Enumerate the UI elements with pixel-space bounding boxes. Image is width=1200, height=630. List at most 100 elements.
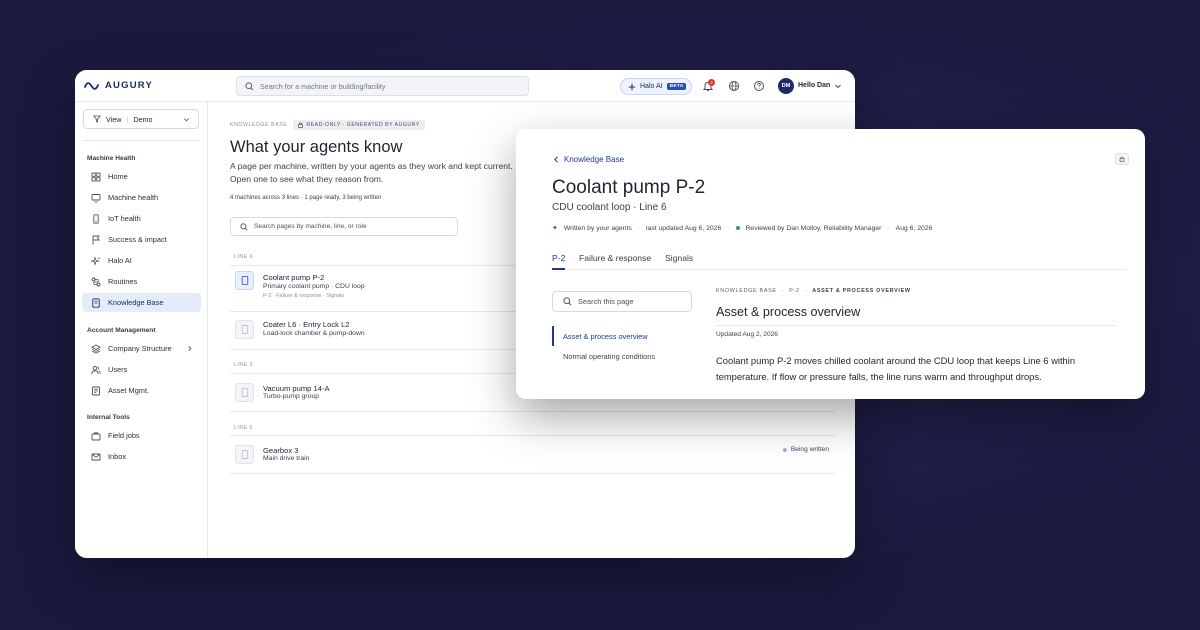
sidebar-item-label: Field jobs [108,431,140,440]
status-dot [782,447,787,452]
user-avatar[interactable]: DM [778,78,794,94]
briefcase-icon [91,431,101,440]
globe-icon[interactable] [728,80,740,92]
sidebar-item-label: Success & impact [108,235,167,244]
machine-name: Vacuum pump 14-A [263,384,330,393]
detail-subtitle: CDU coolant loop · Line 6 [552,202,667,213]
view-selector[interactable]: View | Demo [83,109,199,129]
machine-subtitle: Turbo-pump group [263,393,320,400]
section-divider [716,325,1116,326]
global-search-placeholder: Search for a machine or building/facilit… [260,81,386,91]
machine-name: Coolant pump P-2 [263,273,325,282]
sidebar-item-iot-health[interactable]: IoT health [82,209,201,228]
sidebar-item-asset-mgmt[interactable]: Asset Mgmt. [82,381,201,400]
section-breadcrumb-current: ASSET & PROCESS OVERVIEW [812,288,911,294]
list-item[interactable]: Gearbox 3 Main drive train Being written [230,436,835,476]
section-title: Asset & process overview [716,305,861,319]
beta-badge: BETA [666,83,687,90]
back-link-label: Knowledge Base [564,155,625,164]
tab-failure-response[interactable]: Failure & response [579,253,651,270]
brand-name: AUGURY [105,80,154,91]
sidebar-item-halo-ai[interactable]: Halo AI [82,251,201,270]
sidebar-item-home[interactable]: Home [82,167,201,186]
back-to-knowledge-base-link[interactable]: Knowledge Base [553,155,624,164]
mail-icon [91,453,101,460]
reviewed-date: Aug 6, 2026 [895,224,933,232]
global-search-input[interactable]: Search for a machine or building/facilit… [236,76,529,96]
sidebar-item-label: Routines [108,277,138,286]
section-breadcrumb-page[interactable]: P-2 [789,288,800,294]
breadcrumb-knowledge-base[interactable]: KNOWLEDGE BASE [230,122,287,128]
help-icon[interactable] [753,80,765,92]
sidebar-item-success-impact[interactable]: Success & impact [82,230,201,249]
sidebar-item-machine-health[interactable]: Machine health [82,188,201,207]
sidebar-item-inbox[interactable]: Inbox [82,447,201,466]
monitor-icon [91,193,101,202]
sidebar-item-label: Halo AI [108,256,132,265]
lock-icon [1119,156,1125,162]
section-breadcrumb-root[interactable]: KNOWLEDGE BASE [716,288,777,294]
tab-signals[interactable]: Signals [665,253,693,270]
meta-separator: · [887,224,890,232]
routine-icon [91,277,101,286]
line-group-label: LINE 3 [234,362,253,368]
sidebar-item-users[interactable]: Users [82,360,201,379]
detail-title: Coolant pump P-2 [552,177,706,198]
sparkle-icon: ✦ [552,225,558,232]
search-pages-placeholder: Search pages by machine, line, or role [254,223,367,230]
machine-thumbnail [235,383,254,402]
flag-icon [92,235,100,244]
row-divider [230,411,835,412]
filter-icon [93,115,101,123]
plus-icon [628,83,636,90]
machine-subtitle: Primary coolant pump · CDU loop [263,283,365,290]
machine-thumbnail [235,271,254,290]
machine-subtitle: Main drive train [263,455,310,462]
brand-logo[interactable]: AUGURY [84,80,153,91]
device-icon [93,213,99,224]
page-title: What your agents know [230,138,403,156]
user-greeting[interactable]: Hello Dan [798,82,830,89]
halo-ai-button[interactable]: Halo AI BETA [620,78,692,95]
top-bar: AUGURY Search for a machine or building/… [75,70,855,102]
sidebar-item-company-structure[interactable]: Company Structure [82,339,201,358]
page-description: A page per machine, written by your agen… [230,161,513,184]
sidebar-item-field-jobs[interactable]: Field jobs [82,426,201,445]
chevron-left-icon [554,156,558,163]
sidebar-item-label: Inbox [108,452,127,461]
view-label: View [106,114,122,124]
written-by: Written by your agents [563,224,632,232]
sidebar-item-routines[interactable]: Routines [82,272,201,291]
toc-item-asset-process-overview[interactable]: Asset & process overview [552,326,692,346]
read-only-badge: READ-ONLY · GENERATED BY AUGURY [293,120,425,130]
search-this-page-input[interactable]: Search this page [552,291,692,312]
row-divider [230,473,835,474]
grid-icon [91,172,101,181]
section-breadcrumb: KNOWLEDGE BASE · P-2 · ASSET & PROCESS O… [716,288,911,294]
device-icon [241,450,248,459]
search-icon [240,222,248,231]
chevron-down-icon [184,118,189,122]
section-updated: Updated Aug 2, 2026 [716,331,778,338]
machine-name: Gearbox 3 [263,446,299,455]
breadcrumb-separator: · [781,288,785,294]
detail-tabs: P-2 Failure & response Signals [552,252,1126,270]
sidebar-item-label: Users [108,365,128,374]
tab-p-2[interactable]: P-2 [552,253,566,270]
lock-button[interactable] [1115,153,1129,165]
reviewed-by: Reviewed by Dan Molloy, Reliability Mana… [745,224,882,232]
sidebar: View | Demo Machine Health Home Machine … [75,102,208,558]
search-pages-input[interactable]: Search pages by machine, line, or role [230,217,458,236]
view-separator: | [126,114,129,124]
sidebar-item-label: Knowledge Base [108,298,164,307]
status-label: Being written [790,446,829,453]
sidebar-item-knowledge-base[interactable]: Knowledge Base [82,293,201,312]
notification-count-badge: 2 [708,79,715,86]
line-group-label: LINE 6 [234,254,253,260]
sidebar-item-label: Machine health [108,193,159,202]
chevron-down-icon[interactable] [834,82,842,90]
sidebar-section-account-management: Account Management [87,327,156,334]
device-icon [241,276,248,285]
detail-meta: ✦ Written by your agents · last updated … [552,224,933,233]
toc-item-normal-operating-conditions[interactable]: Normal operating conditions [552,346,692,366]
